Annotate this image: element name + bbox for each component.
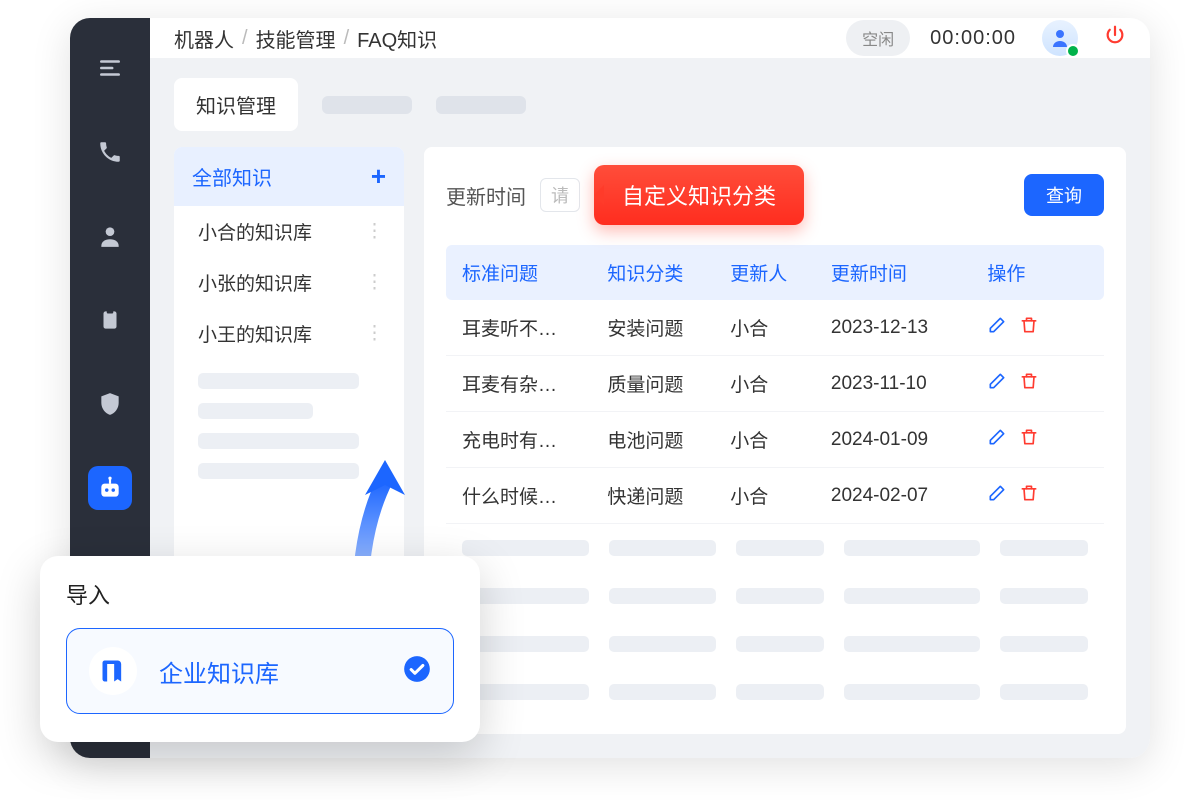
tree-item[interactable]: 小王的知识库 ⋮ xyxy=(174,308,404,359)
table-row: 耳麦听不…安装问题小合2023-12-13 xyxy=(446,300,1104,356)
shield-icon[interactable] xyxy=(88,382,132,426)
cell-ops xyxy=(987,483,1088,509)
tree-item-label: 小张的知识库 xyxy=(198,269,312,296)
table-row-placeholder xyxy=(446,620,1104,668)
tree-placeholder xyxy=(198,373,359,389)
delete-icon[interactable] xyxy=(1019,315,1039,341)
add-category-button[interactable]: + xyxy=(371,161,386,192)
avatar[interactable] xyxy=(1042,20,1078,56)
breadcrumb: 机器人 / 技能管理 / FAQ知识 xyxy=(174,24,437,53)
breadcrumb-sep: / xyxy=(242,27,248,50)
cell-updater: 小合 xyxy=(730,426,831,453)
cell-updater: 小合 xyxy=(730,482,831,509)
table-header: 标准问题 知识分类 更新人 更新时间 操作 xyxy=(446,245,1104,300)
cell-question: 什么时候… xyxy=(462,482,607,509)
tree-item-label: 小合的知识库 xyxy=(198,218,312,245)
date-input[interactable]: 请 xyxy=(540,178,580,212)
breadcrumb-root[interactable]: 机器人 xyxy=(174,24,234,53)
breadcrumb-leaf: FAQ知识 xyxy=(357,24,437,53)
cell-updated-at: 2024-01-09 xyxy=(831,429,988,451)
cell-updated-at: 2024-02-07 xyxy=(831,485,988,507)
search-button[interactable]: 查询 xyxy=(1024,174,1104,216)
status-badge[interactable]: 空闲 xyxy=(846,20,910,56)
table-row-placeholder xyxy=(446,668,1104,716)
tab-knowledge-mgmt[interactable]: 知识管理 xyxy=(174,78,298,131)
tab-row: 知识管理 xyxy=(150,58,1150,147)
user-icon[interactable] xyxy=(88,214,132,258)
presence-dot xyxy=(1066,44,1080,58)
cell-category: 安装问题 xyxy=(607,314,730,341)
table-body: 耳麦听不…安装问题小合2023-12-13耳麦有杂…质量问题小合2023-11-… xyxy=(446,300,1104,524)
delete-icon[interactable] xyxy=(1019,483,1039,509)
cell-updated-at: 2023-11-10 xyxy=(831,373,988,395)
import-popover: 导入 企业知识库 xyxy=(40,556,480,742)
th-updater: 更新人 xyxy=(730,259,831,286)
callout-custom-category: 自定义知识分类 xyxy=(594,165,804,225)
cell-updater: 小合 xyxy=(730,314,831,341)
tree-all-label: 全部知识 xyxy=(192,162,272,191)
knowledge-panel: 更新时间 请 自定义知识分类 查询 标准问题 知识分类 更新人 更新时间 操作 … xyxy=(424,147,1126,734)
import-option-enterprise-kb[interactable]: 企业知识库 xyxy=(66,628,454,714)
table-row: 耳麦有杂…质量问题小合2023-11-10 xyxy=(446,356,1104,412)
delete-icon[interactable] xyxy=(1019,371,1039,397)
edit-icon[interactable] xyxy=(987,483,1007,509)
cell-ops xyxy=(987,371,1088,397)
cell-category: 电池问题 xyxy=(607,426,730,453)
cell-category: 快递问题 xyxy=(607,482,730,509)
book-icon xyxy=(89,647,137,695)
cell-ops xyxy=(987,315,1088,341)
edit-icon[interactable] xyxy=(987,427,1007,453)
table-row: 充电时有…电池问题小合2024-01-09 xyxy=(446,412,1104,468)
cell-updated-at: 2023-12-13 xyxy=(831,317,988,339)
cell-question: 耳麦有杂… xyxy=(462,370,607,397)
filter-label-updated: 更新时间 xyxy=(446,181,526,210)
edit-icon[interactable] xyxy=(987,371,1007,397)
more-icon[interactable]: ⋮ xyxy=(365,271,386,294)
phone-icon[interactable] xyxy=(88,130,132,174)
menu-icon[interactable] xyxy=(88,46,132,90)
breadcrumb-sep: / xyxy=(344,27,350,50)
th-updated-at: 更新时间 xyxy=(831,259,988,286)
tab-placeholder xyxy=(436,96,526,114)
power-icon[interactable] xyxy=(1104,24,1126,52)
import-option-label: 企业知识库 xyxy=(159,654,381,689)
th-category: 知识分类 xyxy=(607,259,730,286)
tree-placeholder xyxy=(198,403,313,419)
more-icon[interactable]: ⋮ xyxy=(365,220,386,243)
th-question: 标准问题 xyxy=(462,259,607,286)
breadcrumb-mid[interactable]: 技能管理 xyxy=(256,24,336,53)
table-row-placeholder xyxy=(446,572,1104,620)
cell-question: 耳麦听不… xyxy=(462,314,607,341)
delete-icon[interactable] xyxy=(1019,427,1039,453)
more-icon[interactable]: ⋮ xyxy=(365,322,386,345)
cell-category: 质量问题 xyxy=(607,370,730,397)
cell-updater: 小合 xyxy=(730,370,831,397)
timer-display: 00:00:00 xyxy=(930,27,1016,50)
tree-item-label: 小王的知识库 xyxy=(198,320,312,347)
tab-placeholder xyxy=(322,96,412,114)
table-row: 什么时候…快递问题小合2024-02-07 xyxy=(446,468,1104,524)
tree-item[interactable]: 小合的知识库 ⋮ xyxy=(174,206,404,257)
cell-question: 充电时有… xyxy=(462,426,607,453)
th-ops: 操作 xyxy=(987,259,1088,286)
table-row-placeholder xyxy=(446,524,1104,572)
check-circle-icon xyxy=(403,655,431,688)
filter-row: 更新时间 请 自定义知识分类 查询 xyxy=(446,165,1104,225)
tree-placeholder xyxy=(198,463,359,479)
tree-placeholder xyxy=(198,433,359,449)
tree-all-knowledge[interactable]: 全部知识 + xyxy=(174,147,404,206)
cell-ops xyxy=(987,427,1088,453)
topbar: 机器人 / 技能管理 / FAQ知识 空闲 00:00:00 xyxy=(150,18,1150,58)
import-title: 导入 xyxy=(66,578,454,610)
clipboard-icon[interactable] xyxy=(88,298,132,342)
robot-icon[interactable] xyxy=(88,466,132,510)
tree-item[interactable]: 小张的知识库 ⋮ xyxy=(174,257,404,308)
edit-icon[interactable] xyxy=(987,315,1007,341)
